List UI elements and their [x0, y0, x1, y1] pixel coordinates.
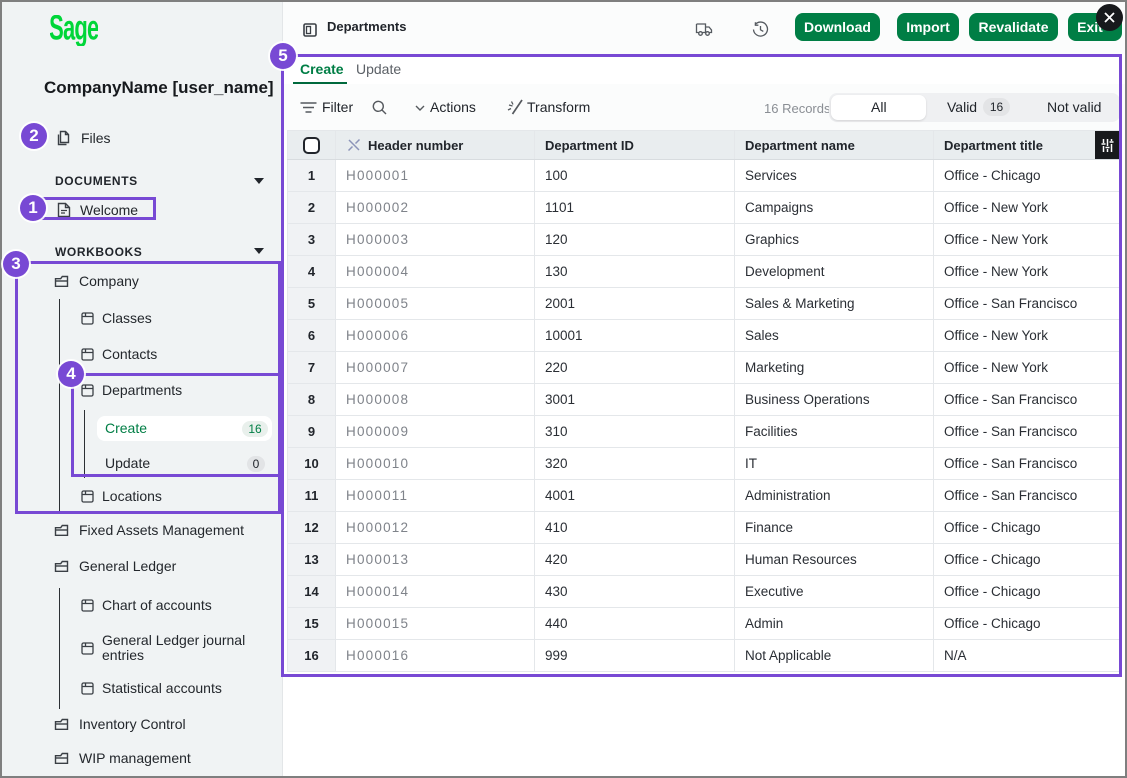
- svg-text:Sage: Sage: [50, 15, 98, 46]
